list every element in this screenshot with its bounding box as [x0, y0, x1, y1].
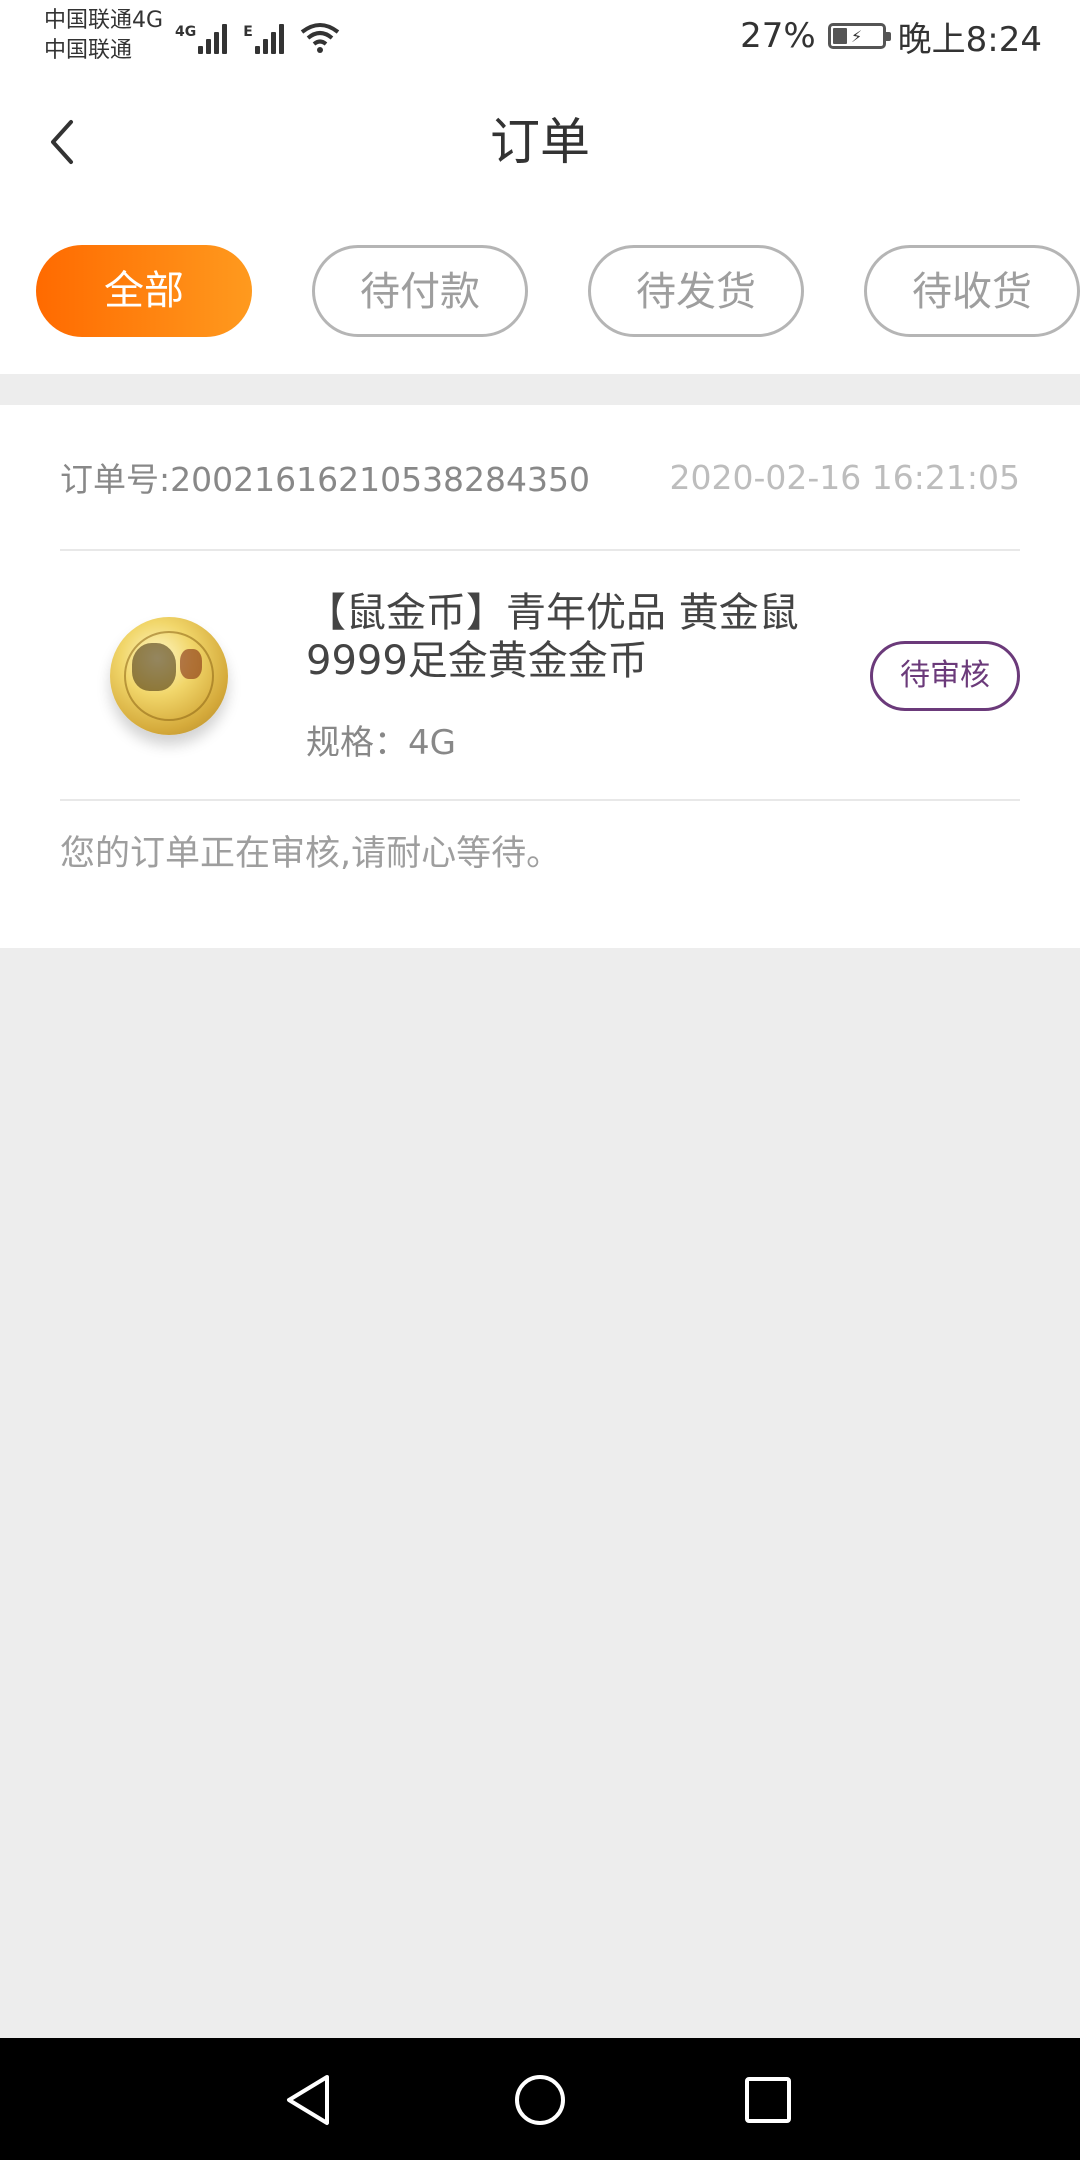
header: 订单 — [0, 72, 1080, 212]
nav-recents-button[interactable] — [736, 2068, 800, 2132]
square-recents-icon — [745, 2077, 791, 2123]
order-header: 订单号:20021616210538284350 2020-02-16 16:2… — [60, 405, 1020, 551]
status-bar: 中国联通4G 中国联通 4G E 27% ⚡ 晚上8:24 — [0, 0, 1080, 72]
product-spec: 规格：4G — [306, 723, 456, 763]
net-type-e: E — [243, 24, 253, 40]
triangle-back-icon — [287, 2075, 329, 2125]
battery-fill — [832, 28, 847, 44]
order-note: 您的订单正在审核,请耐心等待。 — [60, 834, 562, 874]
order-time: 2020-02-16 16:21:05 — [669, 457, 1020, 497]
order-tabs: 全部 待付款 待发货 待收货 — [0, 212, 1080, 374]
carrier-line-2: 中国联通 — [44, 38, 133, 63]
status-badge: 待审核 — [870, 641, 1020, 711]
carrier-info: 中国联通4G 中国联通 — [44, 6, 163, 66]
battery-icon: ⚡ — [827, 23, 891, 49]
nav-home-button[interactable] — [508, 2068, 572, 2132]
navigation-bar — [0, 2038, 1080, 2160]
carrier-line-1: 中国联通4G — [44, 8, 164, 33]
status-right: 27% ⚡ 晚上8:24 — [740, 12, 1042, 60]
coin-lantern-figure — [180, 649, 202, 679]
product-title: 【鼠金币】青年优品 黄金鼠9999足金黄金金币 — [306, 590, 799, 684]
battery-percent: 27% — [740, 16, 816, 56]
tab-pending-payment[interactable]: 待付款 — [312, 245, 528, 337]
tab-pending-shipment[interactable]: 待发货 — [588, 245, 804, 337]
wifi-icon — [300, 23, 340, 53]
page-title: 订单 — [490, 113, 590, 171]
order-card[interactable]: 订单号:20021616210538284350 2020-02-16 16:2… — [0, 405, 1080, 948]
order-number: 订单号:20021616210538284350 — [60, 460, 591, 499]
coin-mouse-figure — [132, 643, 176, 691]
nav-back-button[interactable] — [276, 2068, 340, 2132]
tab-pending-receipt[interactable]: 待收货 — [864, 245, 1080, 337]
product-image — [110, 617, 228, 735]
signal-group: 4G E — [175, 14, 340, 54]
signal-icon — [198, 20, 228, 54]
net-type-4g: 4G — [175, 24, 197, 40]
clock: 晚上8:24 — [897, 19, 1042, 60]
charging-icon: ⚡ — [851, 26, 863, 46]
tab-all[interactable]: 全部 — [36, 245, 252, 337]
signal-icon-2 — [254, 20, 284, 54]
product-row[interactable]: 【鼠金币】青年优品 黄金鼠9999足金黄金金币 规格：4G 待审核 — [60, 551, 1020, 801]
circle-home-icon — [515, 2075, 565, 2125]
